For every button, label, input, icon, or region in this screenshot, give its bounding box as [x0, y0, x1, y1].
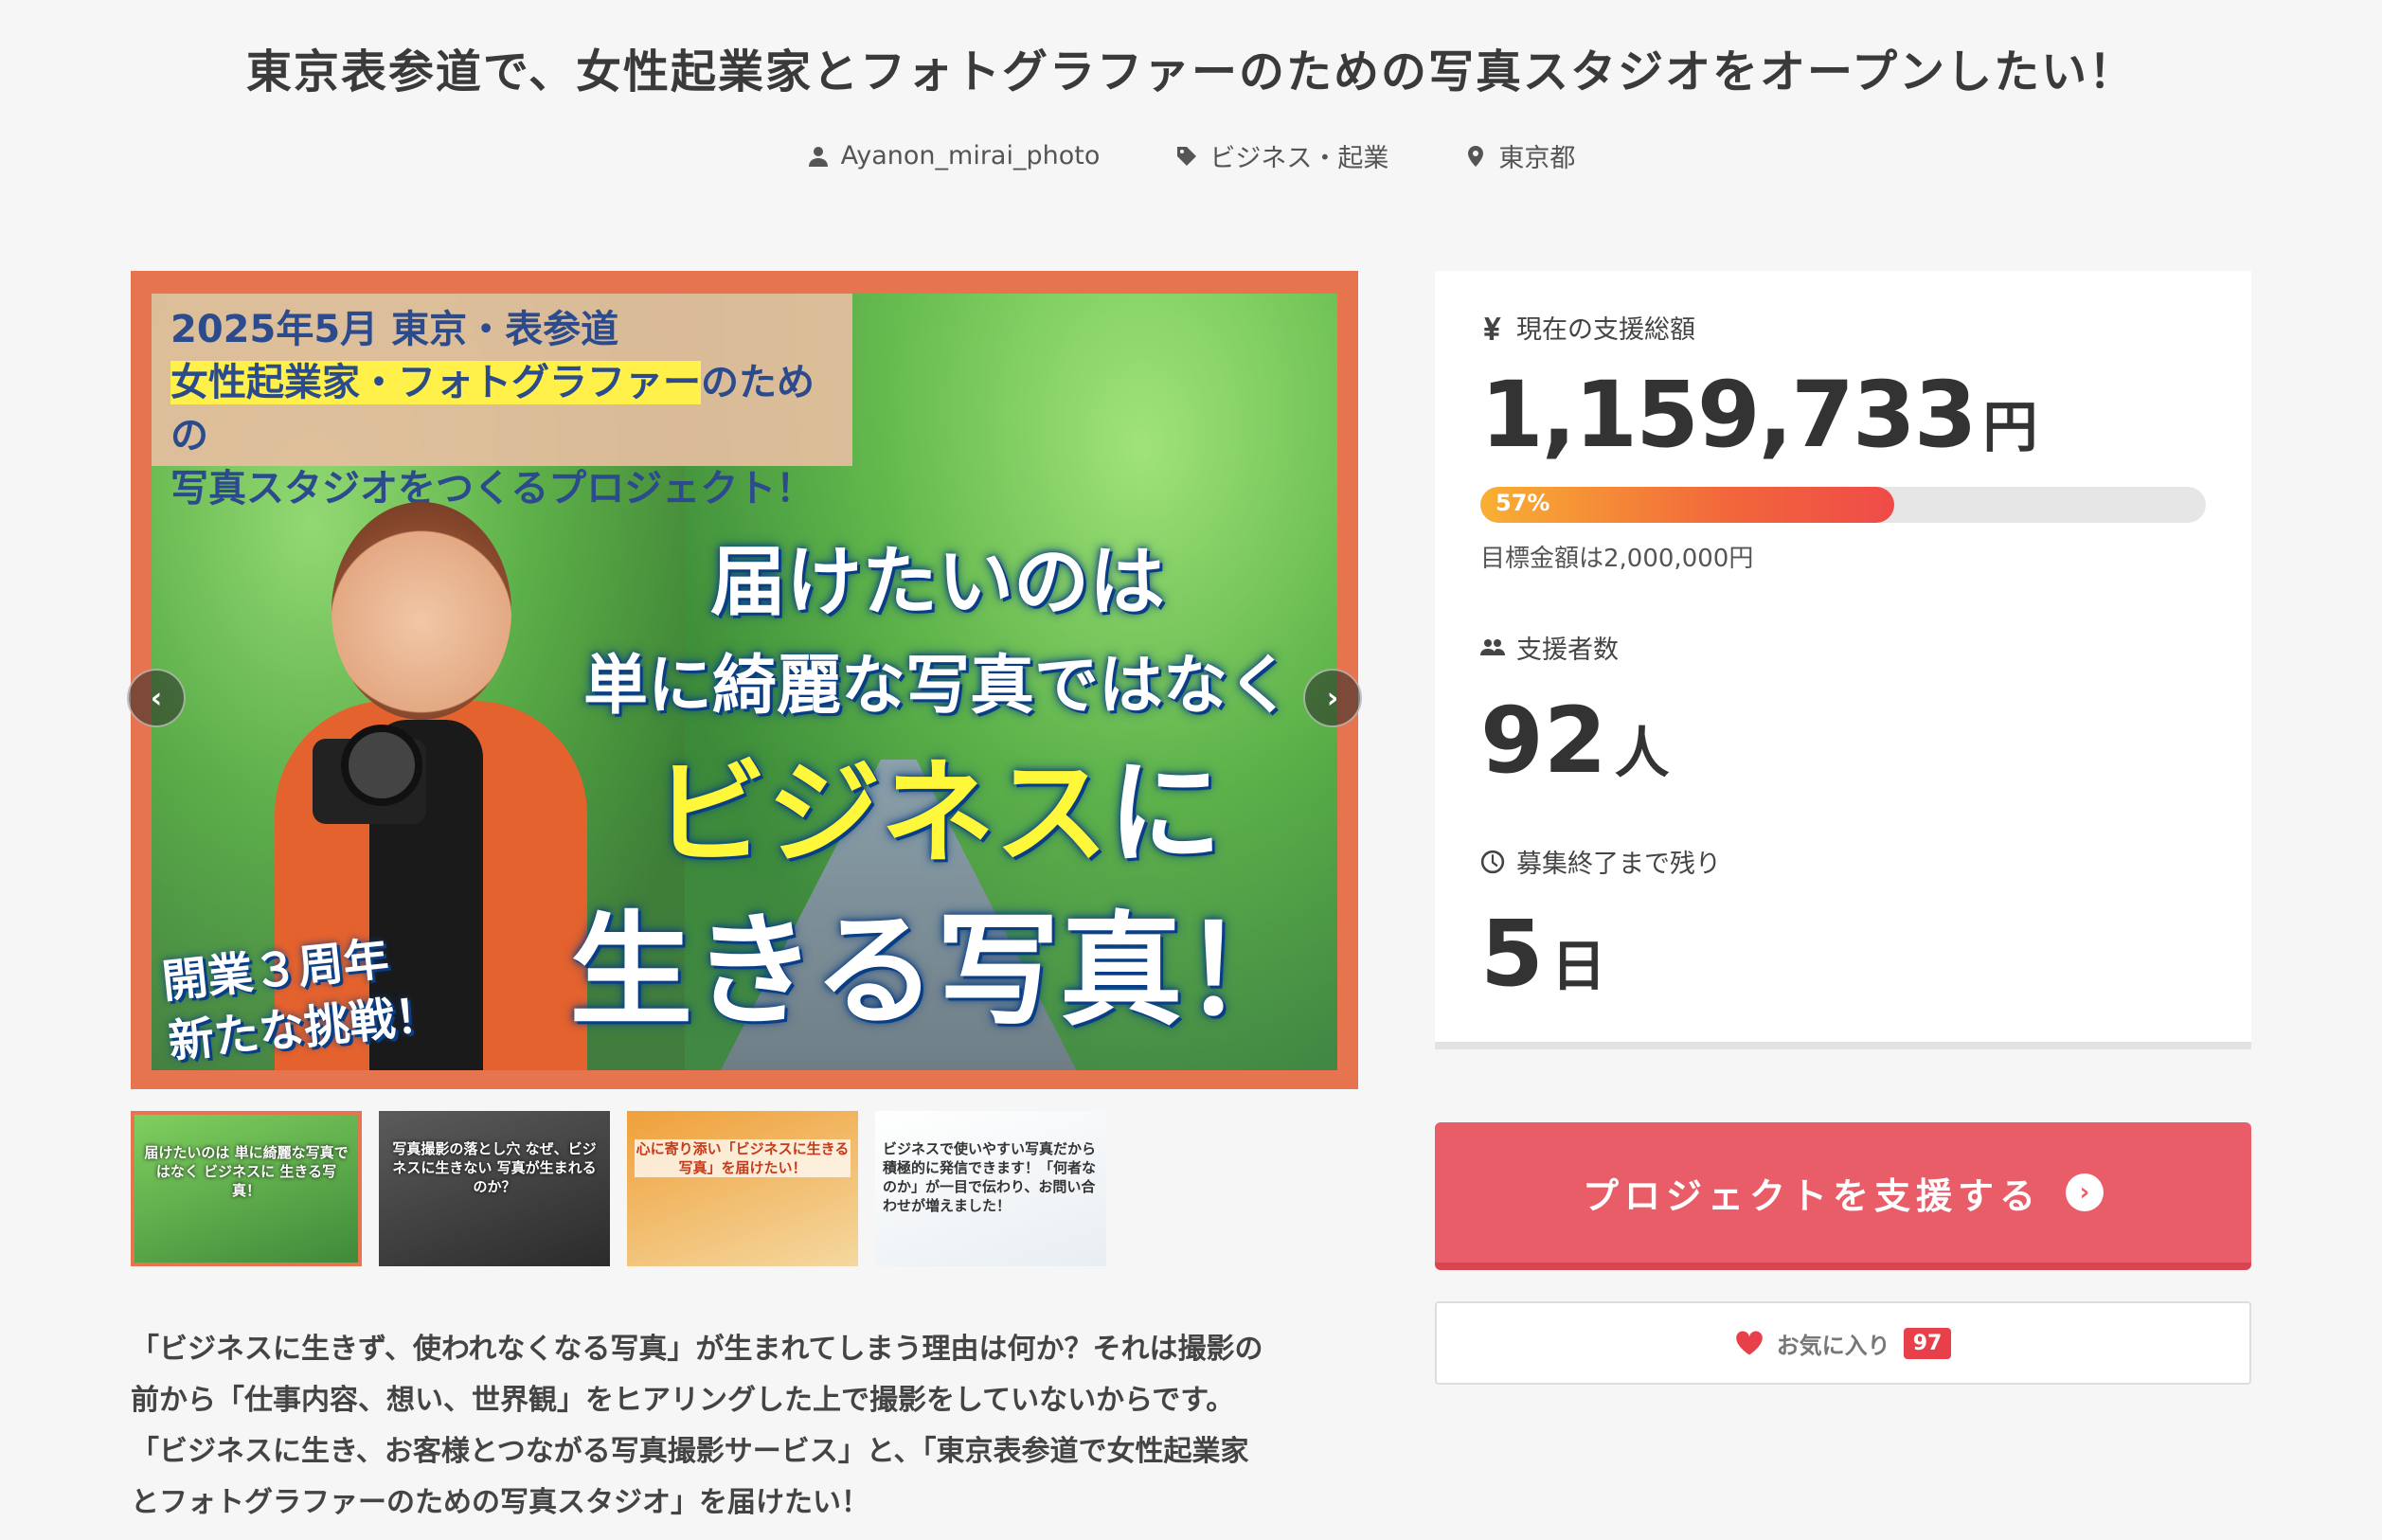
project-title: 東京表参道で、女性起業家とフォトグラファーのための写真スタジオをオープンしたい！: [245, 45, 2137, 98]
heart-icon: [1735, 1331, 1763, 1355]
supporters-value: 92: [1480, 688, 1607, 794]
headline-ni: に: [1108, 748, 1222, 880]
banner-line2: 女性起業家・フォトグラファーのための: [170, 356, 833, 462]
goal-amount: 目標金額は2,000,000円: [1480, 545, 1754, 573]
category-link[interactable]: ビジネス・起業: [1175, 137, 1388, 174]
headline-business: ビジネス: [654, 748, 1108, 880]
yen-icon: [1484, 316, 1501, 340]
support-button-label: プロジェクトを支援する: [1582, 1174, 2041, 1217]
banner-highlight: 女性起業家・フォトグラファー: [170, 361, 701, 404]
favorite-label: お気に入り: [1776, 1332, 1890, 1359]
author-name: Ayanon_mirai_photo: [840, 141, 1101, 170]
funding-stats-card: 現在の支援総額 1,159,733 円 57% 目標金額は2,000,000円 支…: [1435, 271, 2251, 1049]
location-name: 東京都: [1498, 144, 1576, 173]
chevron-right-icon: ›: [1326, 681, 1339, 715]
thumbnail-strip: 届けたいのは 単に綺麗な写真ではなく ビジネスに 生きる写真！ 写真撮影の落とし…: [131, 1111, 1106, 1266]
progress-text: 57%: [1495, 490, 1550, 516]
author-link[interactable]: Ayanon_mirai_photo: [807, 137, 1101, 174]
headline-line3: ビジネスに: [568, 739, 1307, 890]
thumbnail-caption: 届けたいのは 単に綺麗な写真ではなく ビジネスに 生きる写真！: [144, 1144, 349, 1199]
remaining-label: 募集終了まで残り: [1480, 843, 1721, 880]
carousel-next-button[interactable]: ›: [1303, 669, 1362, 727]
location-link[interactable]: 東京都: [1464, 137, 1575, 174]
description-line: 前から「仕事内容、想い、世界観」をヒアリングした上で撮影をしていないからです。: [131, 1384, 1235, 1417]
chevron-left-icon: ‹: [150, 681, 163, 715]
thumbnail-4[interactable]: ビジネスで使いやすい写真だから 積極的に発信できます！「何者なのか」が一目で伝わ…: [875, 1111, 1106, 1266]
banner-line1: 2025年5月 東京・表参道: [170, 308, 619, 351]
favorite-button[interactable]: お気に入り 97: [1435, 1301, 2251, 1385]
hero-image: 2025年5月 東京・表参道 女性起業家・フォトグラファーのための 写真スタジオ…: [152, 294, 1337, 1070]
hero-headline: 届けたいのは 単に綺麗な写真ではなく ビジネスに 生きる写真！: [568, 530, 1307, 1051]
camera-lens: [341, 725, 422, 806]
hero-banner: 2025年5月 東京・表参道 女性起業家・フォトグラファーのための 写真スタジオ…: [152, 294, 852, 510]
supporters-label-text: 支援者数: [1516, 636, 1619, 665]
favorite-count-badge: 97: [1903, 1327, 1952, 1359]
thumbnail-3[interactable]: 心に寄り添い「ビジネスに生きる写真」を届けたい！: [627, 1111, 858, 1266]
description-line: 「ビジネスに生きず、使われなくなる写真」が生まれてしまう理由は何か？それは撮影の: [131, 1333, 1263, 1366]
remaining-value: 5: [1480, 901, 1544, 1007]
amount-label-text: 現在の支援総額: [1516, 315, 1695, 345]
figure-head: [331, 502, 511, 720]
thumbnail-caption: ビジネスで使いやすい写真だから 積極的に発信できます！「何者なのか」が一目で伝わ…: [883, 1140, 1097, 1214]
clock-icon: [1480, 850, 1505, 873]
arrow-right-circle-icon: ›: [2066, 1173, 2104, 1211]
progress-bar: 57%: [1480, 487, 2206, 523]
amount-value: 1,159,733: [1480, 362, 1978, 468]
project-description: 「ビジネスに生きず、使われなくなる写真」が生まれてしまう理由は何か？それは撮影の…: [131, 1324, 1362, 1529]
description-line: 「ビジネスに生き、お客様とつながる写真撮影サービス」と、「東京表参道で女性起業家: [131, 1435, 1249, 1468]
thumbnail-caption: 写真撮影の落とし穴 なぜ、ビジネスに生きない 写真が生まれるのか？: [392, 1140, 597, 1195]
carousel-prev-button[interactable]: ‹: [127, 669, 186, 727]
remaining-days: 5日: [1480, 901, 1606, 1007]
category-name: ビジネス・起業: [1209, 144, 1389, 173]
project-meta: Ayanon_mirai_photo ビジネス・起業 東京都: [0, 137, 2382, 174]
user-icon: [808, 146, 828, 167]
total-amount: 1,159,733 円: [1480, 362, 2038, 468]
map-pin-icon: [1468, 145, 1484, 167]
supporters-label: 支援者数: [1480, 629, 1619, 666]
headline-line4: 生きる写真！: [569, 899, 1306, 1043]
thumbnail-caption: 心に寄り添い「ビジネスに生きる写真」を届けたい！: [635, 1139, 851, 1177]
support-project-button[interactable]: プロジェクトを支援する ›: [1435, 1122, 2251, 1270]
remaining-unit: 日: [1550, 934, 1606, 998]
hero-carousel[interactable]: 2025年5月 東京・表参道 女性起業家・フォトグラファーのための 写真スタジオ…: [127, 271, 1362, 1089]
supporters-unit: 人: [1614, 721, 1670, 785]
amount-label: 現在の支援総額: [1480, 309, 1695, 346]
headline-line1: 届けたいのは: [710, 538, 1165, 626]
supporters-count: 92 人: [1480, 688, 1670, 794]
amount-unit: 円: [1982, 395, 2038, 459]
remaining-label-text: 募集終了まで残り: [1516, 850, 1721, 879]
thumbnail-2[interactable]: 写真撮影の落とし穴 なぜ、ビジネスに生きない 写真が生まれるのか？: [379, 1111, 610, 1266]
users-icon: [1480, 638, 1505, 655]
thumbnail-1[interactable]: 届けたいのは 単に綺麗な写真ではなく ビジネスに 生きる写真！: [131, 1111, 362, 1266]
description-line: とフォトグラファーのための写真スタジオ」を届けたい！: [131, 1486, 869, 1519]
tag-icon: [1177, 146, 1197, 166]
headline-line2: 単に綺麗な写真ではなく: [582, 649, 1292, 724]
